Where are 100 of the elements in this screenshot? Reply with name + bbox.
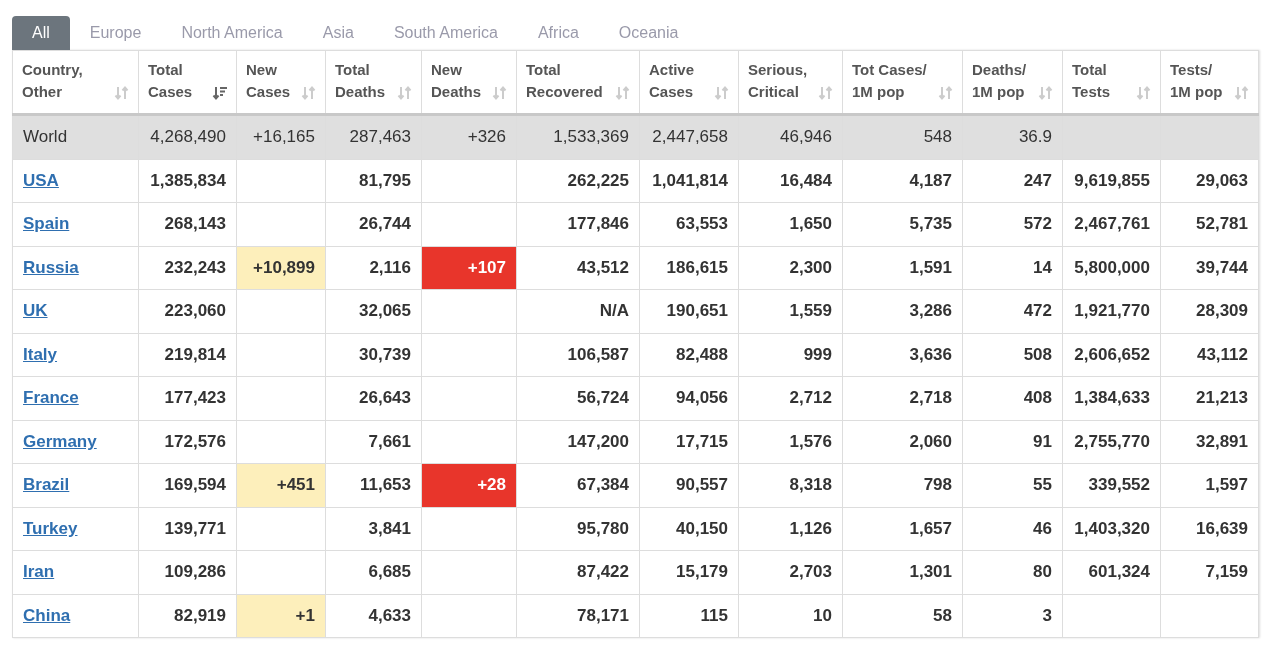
- country-link[interactable]: Italy: [23, 344, 58, 364]
- column-title: Total Recovered: [526, 60, 603, 102]
- region-tab[interactable]: North America: [161, 16, 303, 50]
- table-cell: 3,841: [325, 507, 422, 551]
- column-title: Total Cases: [148, 60, 193, 102]
- table-cell: 67,384: [516, 463, 640, 507]
- table-cell: 2,755,770: [1062, 420, 1161, 464]
- country-link[interactable]: USA: [23, 170, 59, 190]
- table-cell: 2,703: [738, 550, 843, 594]
- country-link[interactable]: Russia: [23, 257, 79, 277]
- table-cell: 169,594: [138, 463, 237, 507]
- table-cell: 232,243: [138, 246, 237, 290]
- region-tab[interactable]: Asia: [302, 16, 374, 50]
- table-cell: 1,576: [738, 420, 843, 464]
- table-cell: 3,286: [842, 289, 963, 333]
- country-link[interactable]: Spain: [23, 214, 70, 234]
- country-link[interactable]: France: [23, 388, 79, 408]
- table-cell: 14: [962, 246, 1063, 290]
- table-cell: 36.9: [962, 114, 1063, 159]
- table-cell: 287,463: [325, 114, 422, 159]
- table-cell: 5,735: [842, 202, 963, 246]
- region-tab[interactable]: Africa: [517, 16, 599, 50]
- table-cell: 115: [639, 594, 739, 638]
- table-cell: +10,899: [236, 246, 326, 290]
- table-cell: 5,800,000: [1062, 246, 1161, 290]
- table-cell: 52,781: [1160, 202, 1259, 246]
- table-cell: +16,165: [236, 114, 326, 159]
- table-cell: 2,300: [738, 246, 843, 290]
- table-cell: 186,615: [639, 246, 739, 290]
- column-title: Total Tests: [1072, 60, 1111, 102]
- table-cell: 177,846: [516, 202, 640, 246]
- table-cell: 508: [962, 333, 1063, 377]
- region-tab[interactable]: South America: [373, 16, 518, 50]
- table-cell: 2,467,761: [1062, 202, 1161, 246]
- table-cell: 7,661: [325, 420, 422, 464]
- table-cell: 2,718: [842, 376, 963, 420]
- table-cell: +28: [421, 463, 517, 507]
- country-link[interactable]: Iran: [23, 562, 55, 582]
- table-cell: 43,512: [516, 246, 640, 290]
- table-cell: +107: [421, 246, 517, 290]
- country-link[interactable]: Turkey: [23, 518, 78, 538]
- table-cell: 2,712: [738, 376, 843, 420]
- table-cell: 95,780: [516, 507, 640, 551]
- column-title: Deaths/ 1M pop: [972, 60, 1027, 102]
- table-cell: 548: [842, 114, 963, 159]
- table-cell: 29,063: [1160, 159, 1259, 203]
- table-cell: 1,559: [738, 289, 843, 333]
- table-cell: 11,653: [325, 463, 422, 507]
- table-cell: 4,187: [842, 159, 963, 203]
- table-cell: 78,171: [516, 594, 640, 638]
- region-tab[interactable]: All: [12, 16, 70, 50]
- table-cell: 223,060: [138, 289, 237, 333]
- table-cell: +326: [421, 114, 517, 159]
- table-cell: 32,065: [325, 289, 422, 333]
- table-cell: 1,126: [738, 507, 843, 551]
- table-cell: 1,650: [738, 202, 843, 246]
- table-cell: 219,814: [138, 333, 237, 377]
- sort-icon[interactable]: [212, 85, 228, 101]
- table-cell: 8,318: [738, 463, 843, 507]
- table-cell: 147,200: [516, 420, 640, 464]
- table-cell: 106,587: [516, 333, 640, 377]
- table-cell: 46: [962, 507, 1063, 551]
- table-cell: 15,179: [639, 550, 739, 594]
- table-cell: 3,636: [842, 333, 963, 377]
- table-cell: 87,422: [516, 550, 640, 594]
- table-cell: 177,423: [138, 376, 237, 420]
- table-cell: 4,268,490: [138, 114, 237, 159]
- column-title: Country, Other: [22, 60, 83, 102]
- country-link[interactable]: UK: [23, 301, 48, 321]
- table-cell: 1,533,369: [516, 114, 640, 159]
- table-cell: 1,301: [842, 550, 963, 594]
- table-cell: 408: [962, 376, 1063, 420]
- country-link[interactable]: China: [23, 605, 71, 625]
- table-cell: 81,795: [325, 159, 422, 203]
- table-cell: 56,724: [516, 376, 640, 420]
- table-cell: 1,921,770: [1062, 289, 1161, 333]
- table-cell: 2,447,658: [639, 114, 739, 159]
- country-link[interactable]: Germany: [23, 431, 97, 451]
- table-cell: 26,744: [325, 202, 422, 246]
- table-cell: 58: [842, 594, 963, 638]
- table-cell: 82,488: [639, 333, 739, 377]
- table-cell: N/A: [516, 289, 640, 333]
- table-cell: 94,056: [639, 376, 739, 420]
- region-tab[interactable]: Oceania: [598, 16, 699, 50]
- table-cell: 1,403,320: [1062, 507, 1161, 551]
- table-cell: 1,657: [842, 507, 963, 551]
- table-cell: 82,919: [138, 594, 237, 638]
- country-link[interactable]: Brazil: [23, 475, 70, 495]
- table-cell: 30,739: [325, 333, 422, 377]
- table-cell: World: [12, 114, 139, 159]
- table-cell: 1,591: [842, 246, 963, 290]
- table-cell: 190,651: [639, 289, 739, 333]
- table-cell: 6,685: [325, 550, 422, 594]
- column-title: Serious, Critical: [748, 60, 808, 102]
- column-title: Tests/ 1M pop: [1170, 60, 1223, 102]
- table-cell: 2,116: [325, 246, 422, 290]
- table-cell: +451: [236, 463, 326, 507]
- region-tab[interactable]: Europe: [69, 16, 162, 50]
- table-cell: 472: [962, 289, 1063, 333]
- table-cell: 172,576: [138, 420, 237, 464]
